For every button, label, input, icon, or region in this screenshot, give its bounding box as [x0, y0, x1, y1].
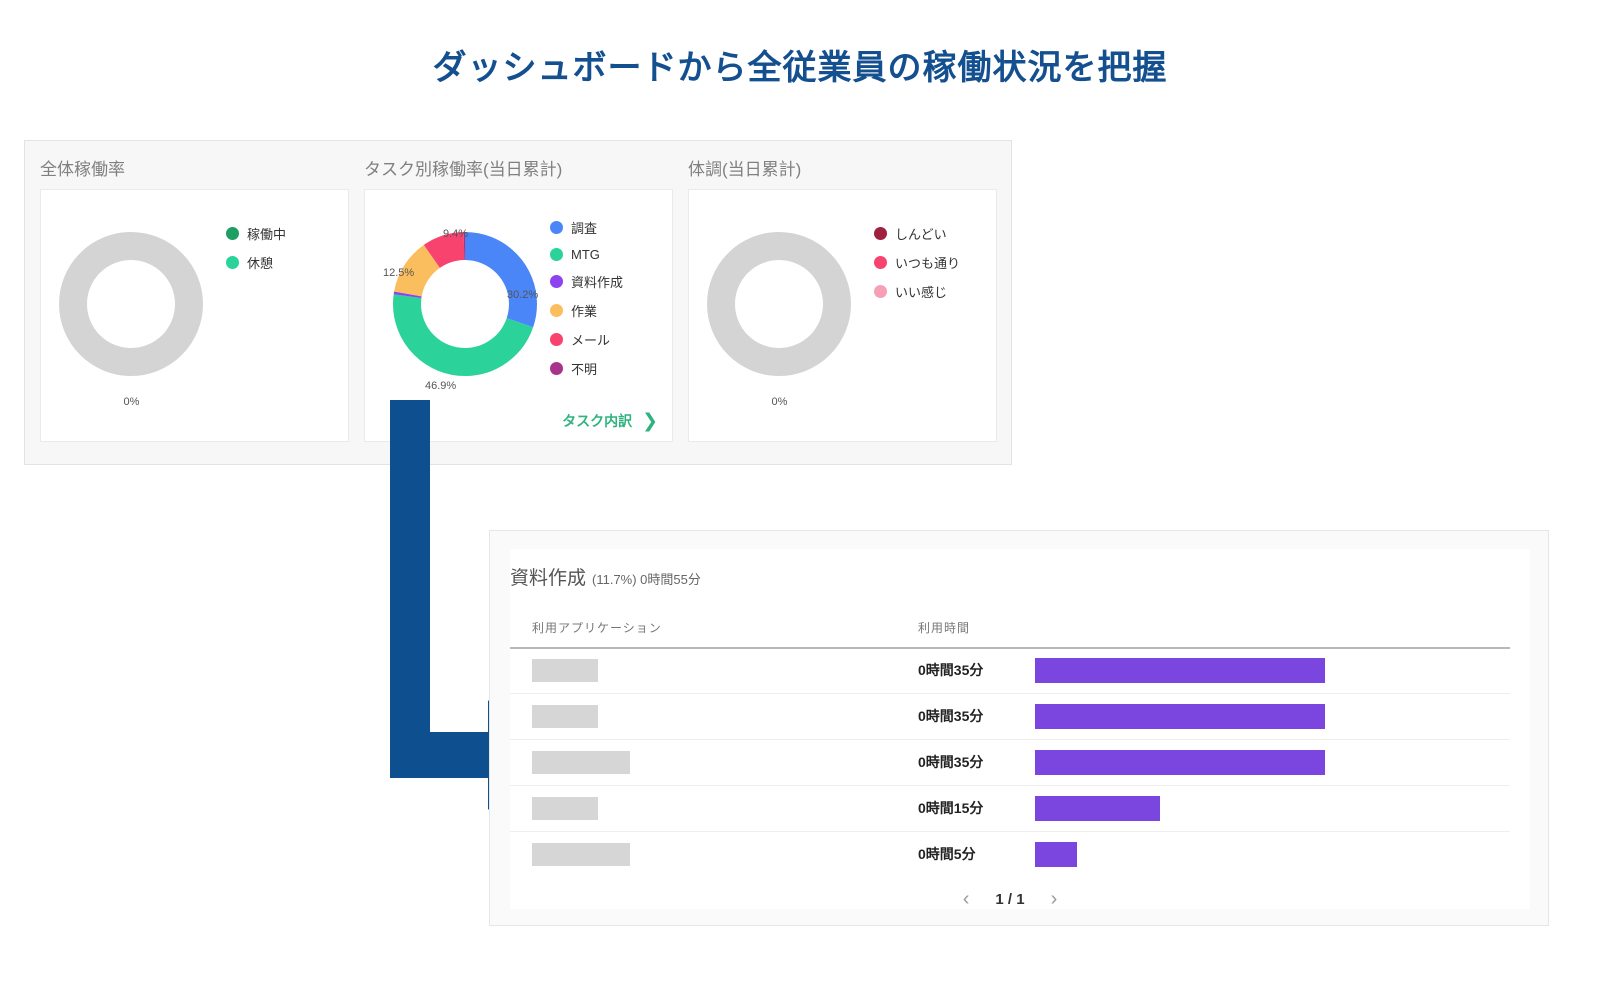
- redacted-app-name: [532, 797, 598, 820]
- card-title-task-utilization: タスク別稼働率(当日累計): [364, 155, 562, 180]
- row-usage-time: 0時間35分: [918, 706, 983, 726]
- legend-label: しんどい: [895, 224, 947, 243]
- donut-svg-task: [383, 214, 548, 394]
- legend-dot-icon: [874, 285, 887, 298]
- donut-chart-overall-utilization: 0%: [59, 214, 224, 414]
- legend-dot-icon: [226, 227, 239, 240]
- row-usage-time: 0時間35分: [918, 660, 983, 680]
- task-detail-heading: 資料作成 (11.7%) 0時間55分: [510, 563, 701, 590]
- redacted-app-name: [532, 659, 598, 682]
- row-usage-bar: [1035, 796, 1160, 821]
- row-usage-bar: [1035, 842, 1077, 867]
- task-detail-heading-sub: (11.7%) 0時間55分: [592, 572, 701, 587]
- table-row[interactable]: 0時間15分: [510, 785, 1510, 832]
- pagination-next-icon[interactable]: ›: [1051, 889, 1058, 909]
- redacted-app-name: [532, 843, 630, 866]
- legend-item: 稼働中: [226, 224, 286, 243]
- legend-dot-icon: [550, 275, 563, 288]
- legend-label: MTG: [571, 247, 600, 262]
- legend-dot-icon: [550, 221, 563, 234]
- donut-svg-overall: [59, 214, 204, 394]
- card-condition: 0% しんどい いつも通り いい感じ: [688, 189, 997, 442]
- row-usage-bar: [1035, 658, 1325, 683]
- donut-svg-condition: [707, 214, 852, 394]
- redacted-app-name: [532, 751, 630, 774]
- legend-item: MTG: [550, 247, 623, 262]
- table-row[interactable]: 0時間5分: [510, 831, 1510, 877]
- pagination-page-indicator: 1 / 1: [995, 891, 1024, 908]
- legend-label: メール: [571, 330, 610, 349]
- legend-label: いつも通り: [895, 253, 960, 272]
- redacted-app-name: [532, 705, 598, 728]
- legend-item: いつも通り: [874, 253, 960, 272]
- donut-chart-task-utilization: 30.2% 46.9% 12.5% 9.4%: [383, 214, 548, 414]
- page-title: ダッシュボードから全従業員の稼働状況を把握: [0, 40, 1600, 89]
- legend-dot-icon: [550, 333, 563, 346]
- column-header-application: 利用アプリケーション: [532, 619, 662, 636]
- donut-center-label-overall: 0%: [59, 396, 204, 408]
- task-breakdown-link-label: タスク内訳: [562, 411, 632, 431]
- row-usage-time: 0時間15分: [918, 798, 983, 818]
- chevron-right-icon: ❯: [642, 412, 658, 431]
- table-row[interactable]: 0時間35分: [510, 693, 1510, 740]
- card-title-condition: 体調(当日累計): [688, 155, 801, 180]
- donut-label-work: 12.5%: [383, 267, 414, 279]
- donut-chart-condition: 0%: [707, 214, 872, 414]
- legend-label: 作業: [571, 301, 597, 320]
- table-row[interactable]: 0時間35分: [510, 647, 1510, 694]
- task-detail-inner: 資料作成 (11.7%) 0時間55分 利用アプリケーション 利用時間 0時間35…: [510, 549, 1530, 909]
- legend-label: いい感じ: [895, 282, 947, 301]
- legend-dot-icon: [550, 304, 563, 317]
- legend-item: 調査: [550, 218, 623, 237]
- donut-label-survey: 30.2%: [507, 289, 538, 301]
- legend-label: 稼働中: [247, 224, 286, 243]
- legend-dot-icon: [226, 256, 239, 269]
- legend-label: 調査: [571, 218, 597, 237]
- card-title-overall-utilization: 全体稼働率: [40, 155, 125, 180]
- legend-item: 作業: [550, 301, 623, 320]
- pagination-prev-icon[interactable]: ‹: [963, 889, 970, 909]
- legend-item: メール: [550, 330, 623, 349]
- legend-dot-icon: [874, 227, 887, 240]
- donut-label-mtg: 46.9%: [425, 380, 456, 392]
- card-overall-utilization: 0% 稼働中 休憩: [40, 189, 349, 442]
- pagination: ‹ 1 / 1 ›: [510, 889, 1510, 909]
- legend-item: しんどい: [874, 224, 960, 243]
- legend-task-utilization: 調査 MTG 資料作成 作業 メール 不明: [550, 218, 623, 388]
- task-breakdown-link[interactable]: タスク内訳 ❯: [562, 411, 658, 431]
- legend-dot-icon: [550, 248, 563, 261]
- legend-item: いい感じ: [874, 282, 960, 301]
- row-usage-time: 0時間35分: [918, 752, 983, 772]
- table-row[interactable]: 0時間35分: [510, 739, 1510, 786]
- legend-condition: しんどい いつも通り いい感じ: [874, 224, 960, 311]
- row-usage-time: 0時間5分: [918, 844, 976, 864]
- legend-label: 資料作成: [571, 272, 623, 291]
- legend-item: 不明: [550, 359, 623, 378]
- legend-item: 資料作成: [550, 272, 623, 291]
- legend-overall-utilization: 稼働中 休憩: [226, 224, 286, 282]
- column-header-time: 利用時間: [918, 619, 970, 636]
- table-header: 利用アプリケーション 利用時間: [510, 609, 1510, 649]
- legend-label: 休憩: [247, 253, 273, 272]
- donut-label-mail: 9.4%: [443, 228, 468, 240]
- legend-dot-icon: [550, 362, 563, 375]
- legend-item: 休憩: [226, 253, 286, 272]
- legend-label: 不明: [571, 359, 597, 378]
- task-detail-heading-title: 資料作成: [510, 568, 586, 589]
- row-usage-bar: [1035, 704, 1325, 729]
- task-detail-panel: 資料作成 (11.7%) 0時間55分 利用アプリケーション 利用時間 0時間35…: [489, 530, 1549, 926]
- legend-dot-icon: [874, 256, 887, 269]
- row-usage-bar: [1035, 750, 1325, 775]
- donut-center-label-condition: 0%: [707, 396, 852, 408]
